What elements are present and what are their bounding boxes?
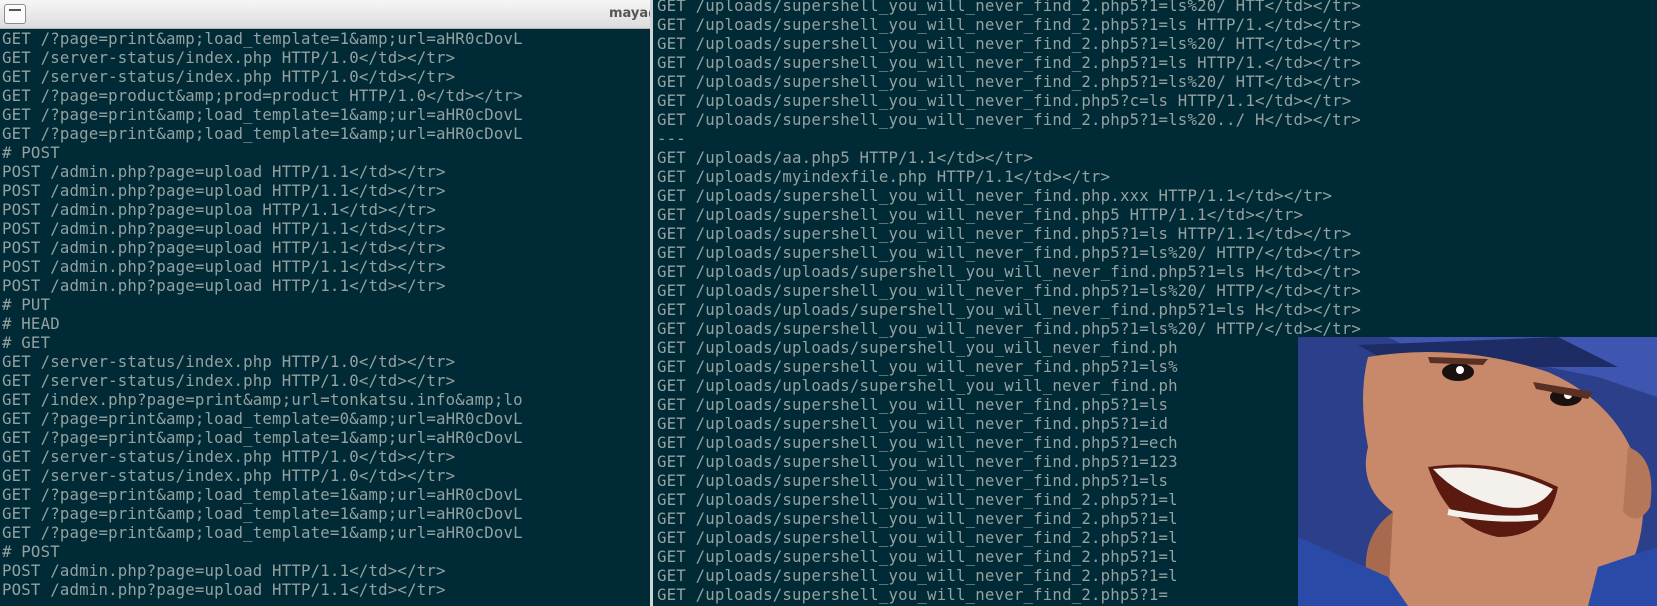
log-line: GET /uploads/supershell_you_will_never_f… <box>657 186 1333 205</box>
log-line: # PUT <box>2 295 51 314</box>
right-log-output: GET /uploads/supershell_you_will_never_f… <box>657 0 1361 604</box>
left-terminal-window[interactable]: maya@ GET /?page=print&amp;load_template… <box>0 0 650 606</box>
log-line: GET /uploads/supershell_you_will_never_f… <box>657 224 1352 243</box>
log-line: GET /uploads/supershell_you_will_never_f… <box>657 243 1362 262</box>
anime-face-image <box>1298 337 1657 606</box>
window-titlebar[interactable]: maya@ <box>0 0 650 29</box>
log-line: GET /uploads/supershell_you_will_never_f… <box>657 319 1362 338</box>
log-line: GET /server-status/index.php HTTP/1.0</t… <box>2 67 456 86</box>
log-line: GET /uploads/supershell_you_will_never_f… <box>657 110 1362 129</box>
log-line: GET /uploads/supershell_you_will_never_f… <box>657 414 1169 433</box>
log-line: POST /admin.php?page=uploa HTTP/1.1</td>… <box>2 200 437 219</box>
log-line: --- <box>657 129 686 148</box>
log-line: POST /admin.php?page=upload HTTP/1.1</td… <box>2 561 446 580</box>
log-line: GET /uploads/supershell_you_will_never_f… <box>657 15 1362 34</box>
log-line: GET /uploads/supershell_you_will_never_f… <box>657 34 1362 53</box>
log-line: # HEAD <box>2 314 60 333</box>
log-line: GET /uploads/supershell_you_will_never_f… <box>657 471 1169 490</box>
log-line: GET /uploads/supershell_you_will_never_f… <box>657 91 1352 110</box>
log-line: GET /uploads/supershell_you_will_never_f… <box>657 205 1304 224</box>
log-line: GET /uploads/supershell_you_will_never_f… <box>657 357 1178 376</box>
log-line: GET /server-status/index.php HTTP/1.0</t… <box>2 466 456 485</box>
log-line: GET /?page=print&amp;load_template=1&amp… <box>2 504 523 523</box>
log-line: GET /uploads/supershell_you_will_never_f… <box>657 53 1362 72</box>
log-line: GET /uploads/uploads/supershell_you_will… <box>657 376 1178 395</box>
log-line: GET /?page=print&amp;load_template=1&amp… <box>2 485 523 504</box>
log-line: GET /uploads/supershell_you_will_never_f… <box>657 395 1169 414</box>
log-line: GET /server-status/index.php HTTP/1.0</t… <box>2 352 456 371</box>
log-line: GET /server-status/index.php HTTP/1.0</t… <box>2 447 456 466</box>
log-line: GET /?page=print&amp;load_template=1&amp… <box>2 29 523 48</box>
log-line: GET /uploads/supershell_you_will_never_f… <box>657 433 1178 452</box>
log-line: GET /uploads/supershell_you_will_never_f… <box>657 509 1178 528</box>
log-line: POST /admin.php?page=upload HTTP/1.1</td… <box>2 276 446 295</box>
log-line: GET /uploads/supershell_you_will_never_f… <box>657 585 1169 604</box>
log-line: GET /uploads/supershell_you_will_never_f… <box>657 547 1178 566</box>
log-line: GET /uploads/supershell_you_will_never_f… <box>657 72 1362 91</box>
log-line: GET /uploads/uploads/supershell_you_will… <box>657 338 1178 357</box>
log-line: GET /uploads/supershell_you_will_never_f… <box>657 0 1362 15</box>
log-line: GET /index.php?page=print&amp;url=tonkat… <box>2 390 523 409</box>
log-line: GET /server-status/index.php HTTP/1.0</t… <box>2 371 456 390</box>
log-line: GET /?page=product&amp;prod=product HTTP… <box>2 86 523 105</box>
log-line: GET /uploads/supershell_you_will_never_f… <box>657 452 1178 471</box>
log-line: GET /uploads/supershell_you_will_never_f… <box>657 281 1362 300</box>
log-line: # POST <box>2 542 60 561</box>
log-line: GET /?page=print&amp;load_template=1&amp… <box>2 105 523 124</box>
log-line: POST /admin.php?page=upload HTTP/1.1</td… <box>2 238 446 257</box>
log-line: # GET <box>2 333 51 352</box>
log-line: POST /admin.php?page=upload HTTP/1.1</td… <box>2 162 446 181</box>
window-title: maya@ <box>609 6 650 21</box>
log-line: GET /uploads/aa.php5 HTTP/1.1</td></tr> <box>657 148 1034 167</box>
log-line: POST /admin.php?page=upload HTTP/1.1</td… <box>2 580 446 599</box>
log-line: GET /?page=print&amp;load_template=1&amp… <box>2 428 523 447</box>
log-line: GET /uploads/myindexfile.php HTTP/1.1</t… <box>657 167 1111 186</box>
minimize-icon <box>9 9 21 11</box>
log-line: GET /?page=print&amp;load_template=1&amp… <box>2 124 523 143</box>
log-line: GET /uploads/uploads/supershell_you_will… <box>657 262 1362 281</box>
log-line: # POST <box>2 143 60 162</box>
log-line: GET /uploads/supershell_you_will_never_f… <box>657 528 1178 547</box>
log-line: POST /admin.php?page=upload HTTP/1.1</td… <box>2 181 446 200</box>
log-line: GET /uploads/supershell_you_will_never_f… <box>657 490 1178 509</box>
log-line: GET /uploads/uploads/supershell_you_will… <box>657 300 1362 319</box>
log-line: POST /admin.php?page=upload HTTP/1.1</td… <box>2 257 446 276</box>
log-line: POST /admin.php?page=upload HTTP/1.1</td… <box>2 219 446 238</box>
log-line: GET /?page=print&amp;load_template=1&amp… <box>2 523 523 542</box>
character-illustration <box>1298 337 1657 606</box>
log-line: GET /?page=print&amp;load_template=0&amp… <box>2 409 523 428</box>
log-line: GET /uploads/supershell_you_will_never_f… <box>657 566 1178 585</box>
window-menu-button[interactable] <box>4 4 26 24</box>
log-line: GET /server-status/index.php HTTP/1.0</t… <box>2 48 456 67</box>
left-log-output: GET /?page=print&amp;load_template=1&amp… <box>2 29 523 599</box>
